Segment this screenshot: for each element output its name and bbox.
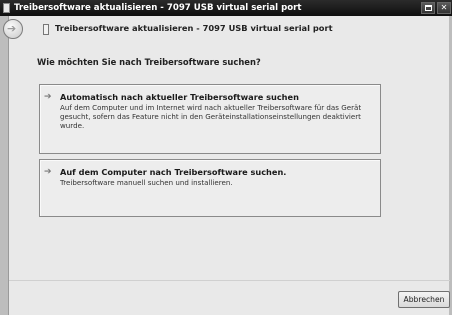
option-search-automatically[interactable]: ➔ Automatisch nach aktueller Treibersoft… <box>39 84 381 154</box>
page-question: Wie möchten Sie nach Treibersoftware suc… <box>37 57 261 67</box>
option-browse-computer[interactable]: ➔ Auf dem Computer nach Treibersoftware … <box>39 159 381 217</box>
wizard-content: ➔ Treibersoftware aktualisieren - 7097 U… <box>3 16 450 315</box>
footer-divider <box>9 280 450 281</box>
option-description: Auf dem Computer und im Internet wird na… <box>60 103 362 130</box>
right-arrow-icon: ➔ <box>44 92 52 102</box>
close-icon: ✕ <box>440 3 448 12</box>
wizard-header: ➔ Treibersoftware aktualisieren - 7097 U… <box>3 16 450 42</box>
usb-device-icon <box>43 24 49 35</box>
right-arrow-icon: ➔ <box>44 167 52 177</box>
cancel-button[interactable]: Abbrechen <box>398 291 450 308</box>
close-button[interactable]: ✕ <box>437 2 451 14</box>
driver-update-window: Treibersoftware aktualisieren - 7097 USB… <box>0 0 452 315</box>
wizard-title: Treibersoftware aktualisieren - 7097 USB… <box>55 23 333 33</box>
back-button[interactable]: ➔ <box>3 19 23 39</box>
back-arrow-icon: ➔ <box>7 22 17 35</box>
title-bar[interactable]: Treibersoftware aktualisieren - 7097 USB… <box>0 0 452 16</box>
maximize-icon <box>425 5 432 11</box>
usb-device-icon <box>3 3 10 13</box>
option-title: Automatisch nach aktueller Treibersoftwa… <box>60 92 299 102</box>
option-title: Auf dem Computer nach Treibersoftware su… <box>60 167 287 177</box>
window-title: Treibersoftware aktualisieren - 7097 USB… <box>14 3 302 13</box>
option-description: Treibersoftware manuell suchen und insta… <box>60 178 233 187</box>
maximize-button[interactable] <box>421 2 435 14</box>
